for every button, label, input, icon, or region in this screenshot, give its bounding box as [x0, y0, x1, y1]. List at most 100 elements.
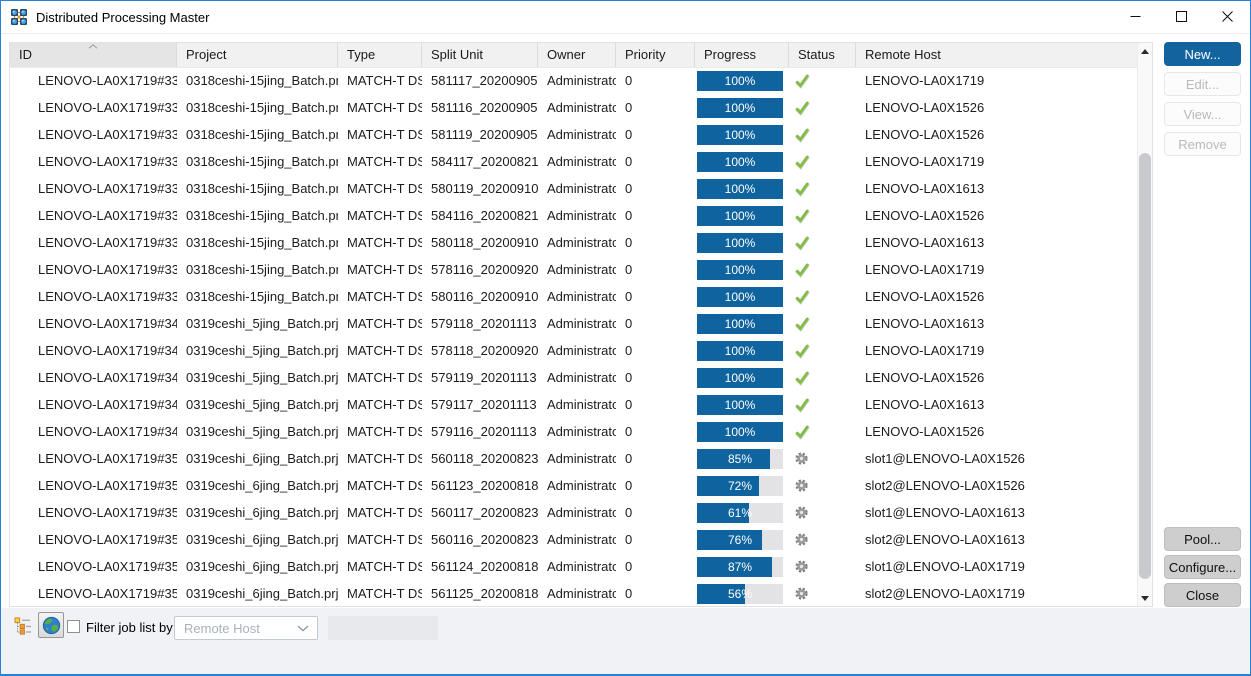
cell-type: MATCH-T DSM	[338, 310, 422, 337]
progress-label: 100%	[697, 125, 783, 145]
table-row[interactable]: LENOVO-LA0X1719#33.60318ceshi-15jing_Bat…	[10, 202, 1137, 229]
filter-value-input[interactable]	[328, 616, 438, 640]
cell-split_unit: 580116_20200910	[422, 283, 538, 310]
cell-remote_host: LENOVO-LA0X1613	[856, 229, 1137, 256]
table-row[interactable]: LENOVO-LA0X1719#33.30318ceshi-15jing_Bat…	[10, 121, 1137, 148]
cell-type: MATCH-T DSM	[338, 553, 422, 580]
vertical-scrollbar[interactable]	[1137, 43, 1152, 606]
table-row[interactable]: LENOVO-LA0X1719#35.30319ceshi_6jing_Batc…	[10, 526, 1137, 553]
new-button[interactable]: New...	[1164, 42, 1241, 66]
job-tree-icon[interactable]	[14, 617, 32, 635]
cell-status	[789, 337, 856, 364]
filter-checkbox[interactable]	[67, 620, 80, 633]
cell-id: LENOVO-LA0X1719#33.5	[10, 175, 177, 202]
table-row[interactable]: LENOVO-LA0X1719#35.20319ceshi_6jing_Batc…	[10, 499, 1137, 526]
table-row[interactable]: LENOVO-LA0X1719#35.10319ceshi_6jing_Batc…	[10, 472, 1137, 499]
progress-bar: 100%	[697, 179, 783, 199]
column-header-status[interactable]: Status	[789, 43, 856, 67]
scroll-up-button[interactable]	[1138, 43, 1152, 59]
progress-label: 85%	[697, 449, 783, 469]
edit-button[interactable]: Edit...	[1164, 72, 1241, 96]
table-row[interactable]: LENOVO-LA0X1719#33.70318ceshi-15jing_Bat…	[10, 229, 1137, 256]
cell-split_unit: 581119_20200905	[422, 121, 538, 148]
configure-button[interactable]: Configure...	[1164, 555, 1241, 579]
close-button[interactable]	[1204, 1, 1250, 32]
cell-type: MATCH-T DSM	[338, 202, 422, 229]
view-button[interactable]: View...	[1164, 102, 1241, 126]
maximize-button[interactable]	[1158, 1, 1204, 32]
column-header-project[interactable]: Project	[177, 43, 338, 67]
column-header-id[interactable]: ID	[10, 43, 177, 67]
table-row[interactable]: LENOVO-LA0X1719#35.00319ceshi_6jing_Batc…	[10, 445, 1137, 472]
cell-id: LENOVO-LA0X1719#33.3	[10, 121, 177, 148]
table-row[interactable]: LENOVO-LA0X1719#33.90318ceshi-15jing_Bat…	[10, 283, 1137, 310]
cell-progress: 72%	[695, 472, 789, 499]
cell-project: 0318ceshi-15jing_Batch.prj	[177, 229, 338, 256]
cell-project: 0319ceshi_5jing_Batch.prj	[177, 310, 338, 337]
cell-id: LENOVO-LA0X1719#33.4	[10, 148, 177, 175]
minimize-icon	[1130, 11, 1141, 22]
cell-priority: 0	[616, 391, 695, 418]
network-view-button[interactable]	[38, 612, 64, 638]
check-icon	[794, 208, 810, 224]
column-header-priority[interactable]: Priority	[616, 43, 695, 67]
scrollbar-thumb[interactable]	[1139, 153, 1151, 579]
table-row[interactable]: LENOVO-LA0X1719#35.50319ceshi_6jing_Batc…	[10, 580, 1137, 606]
cell-progress: 100%	[695, 94, 789, 121]
cell-status	[789, 175, 856, 202]
cell-progress: 61%	[695, 499, 789, 526]
table-row[interactable]: LENOVO-LA0X1719#34.30319ceshi_5jing_Batc…	[10, 391, 1137, 418]
table-row[interactable]: LENOVO-LA0X1719#35.40319ceshi_6jing_Batc…	[10, 553, 1137, 580]
column-header-split_unit[interactable]: Split Unit	[422, 43, 538, 67]
cell-owner: Administrator	[538, 499, 616, 526]
table-body: LENOVO-LA0X1719#33...0318ceshi-15jing_Ba…	[10, 67, 1137, 606]
cell-type: MATCH-T DSM	[338, 121, 422, 148]
column-header-progress[interactable]: Progress	[695, 43, 789, 67]
progress-bar: 72%	[697, 476, 783, 496]
cell-id: LENOVO-LA0X1719#35.3	[10, 526, 177, 553]
table-row[interactable]: LENOVO-LA0X1719#34.10319ceshi_5jing_Batc…	[10, 337, 1137, 364]
cell-type: MATCH-T DSM	[338, 472, 422, 499]
cell-project: 0318ceshi-15jing_Batch.prj	[177, 148, 338, 175]
progress-bar: 100%	[697, 341, 783, 361]
table-row[interactable]: LENOVO-LA0X1719#34.40319ceshi_5jing_Batc…	[10, 418, 1137, 445]
progress-bar: 100%	[697, 71, 783, 91]
table-row[interactable]: LENOVO-LA0X1719#33...0318ceshi-15jing_Ba…	[10, 67, 1137, 94]
table-row[interactable]: LENOVO-LA0X1719#34.20319ceshi_5jing_Batc…	[10, 364, 1137, 391]
cell-priority: 0	[616, 256, 695, 283]
table-row[interactable]: LENOVO-LA0X1719#33.20318ceshi-15jing_Bat…	[10, 94, 1137, 121]
minimize-button[interactable]	[1112, 1, 1158, 32]
table-row[interactable]: LENOVO-LA0X1719#33.80318ceshi-15jing_Bat…	[10, 256, 1137, 283]
cell-type: MATCH-T DSM	[338, 229, 422, 256]
scroll-down-button[interactable]	[1138, 590, 1152, 606]
table-row[interactable]: LENOVO-LA0X1719#33.40318ceshi-15jing_Bat…	[10, 148, 1137, 175]
remove-button[interactable]: Remove	[1164, 132, 1241, 156]
progress-label: 87%	[697, 557, 783, 577]
table-row[interactable]: LENOVO-LA0X1719#33.50318ceshi-15jing_Bat…	[10, 175, 1137, 202]
cell-id: LENOVO-LA0X1719#33.2	[10, 94, 177, 121]
close-dialog-button[interactable]: Close	[1164, 583, 1241, 607]
cell-type: MATCH-T DSM	[338, 391, 422, 418]
column-header-label: Priority	[625, 47, 665, 62]
cell-id: LENOVO-LA0X1719#34.3	[10, 391, 177, 418]
pool-button[interactable]: Pool...	[1164, 527, 1241, 551]
progress-bar: 100%	[697, 395, 783, 415]
cell-type: MATCH-T DSM	[338, 580, 422, 606]
cell-priority: 0	[616, 526, 695, 553]
cell-owner: Administrator	[538, 283, 616, 310]
column-header-remote_host[interactable]: Remote Host	[856, 43, 1137, 67]
cell-project: 0319ceshi_6jing_Batch.prj	[177, 526, 338, 553]
column-header-owner[interactable]: Owner	[538, 43, 616, 67]
progress-bar: 100%	[697, 98, 783, 118]
table-row[interactable]: LENOVO-LA0X1719#34.00319ceshi_5jing_Batc…	[10, 310, 1137, 337]
filter-type-dropdown[interactable]: Remote Host	[174, 616, 318, 640]
cell-progress: 100%	[695, 283, 789, 310]
cell-split_unit: 579116_20201113	[422, 418, 538, 445]
cell-type: MATCH-T DSM	[338, 175, 422, 202]
check-icon	[794, 316, 810, 332]
cell-project: 0318ceshi-15jing_Batch.prj	[177, 175, 338, 202]
column-header-type[interactable]: Type	[338, 43, 422, 67]
gear-icon	[794, 451, 809, 466]
cell-progress: 100%	[695, 148, 789, 175]
cell-priority: 0	[616, 553, 695, 580]
